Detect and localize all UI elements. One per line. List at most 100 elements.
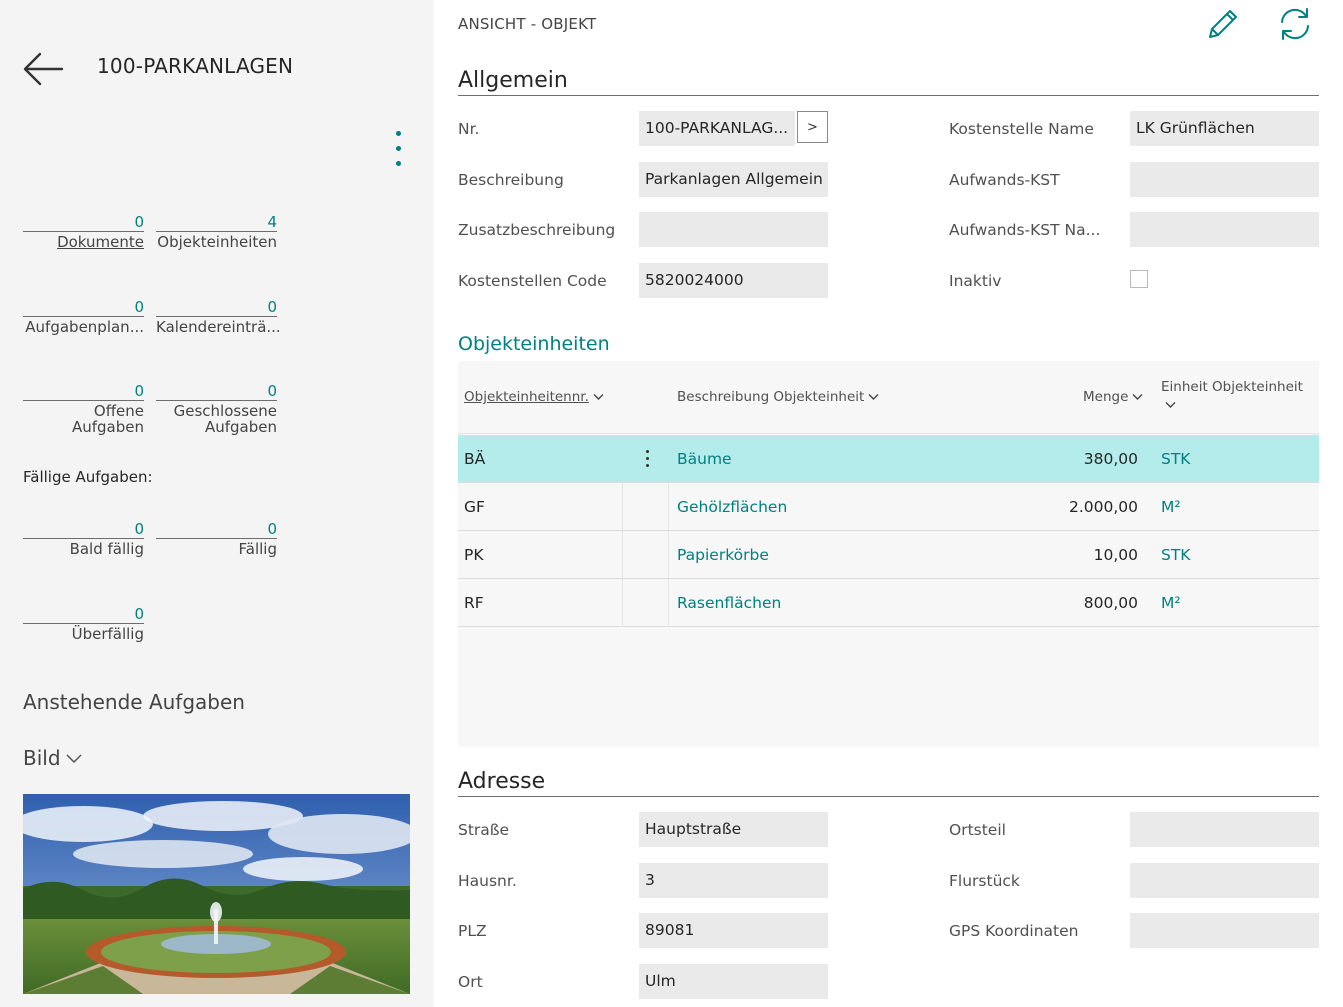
nr-field[interactable]: 100-PARKANLAG... (639, 111, 795, 146)
tile-label: Geschlossene (173, 402, 277, 420)
tile-value[interactable]: 0 (23, 383, 144, 401)
hausnr-label: Hausnr. (458, 872, 517, 890)
col-header-nr[interactable]: Objekteinheitennr. (464, 389, 604, 405)
tile-label[interactable]: Dokumente (23, 234, 144, 250)
col-header-desc[interactable]: Beschreibung Objekteinheit (677, 389, 879, 405)
more-vertical-icon[interactable] (390, 128, 406, 170)
col-header-unit-label[interactable]: Einheit Objekteinheit (1161, 379, 1303, 395)
tile-aufgabenplan[interactable]: 0 Aufgabenplan... (23, 299, 144, 335)
hausnr-field[interactable]: 3 (639, 863, 828, 898)
chevron-down-icon[interactable] (1132, 393, 1143, 401)
column-divider (668, 483, 669, 531)
aufwands-kst-label: Aufwands-KST (949, 171, 1060, 189)
tile-value[interactable]: 0 (23, 214, 144, 232)
cell-nr[interactable]: PK (464, 546, 484, 564)
inaktiv-checkbox[interactable] (1130, 270, 1148, 288)
aufwands-kst-name-label: Aufwands-KST Na... (949, 221, 1101, 239)
cell-desc[interactable]: Rasenflächen (677, 594, 781, 612)
kostenstelle-name-field[interactable]: LK Grünflächen (1130, 111, 1319, 146)
cell-nr[interactable]: GF (464, 498, 485, 516)
cell-qty[interactable]: 2.000,00 (1018, 498, 1138, 516)
plz-field[interactable]: 89081 (639, 913, 828, 948)
row-menu-icon[interactable] (644, 449, 652, 469)
cell-nr[interactable]: RF (464, 594, 484, 612)
table-row[interactable]: PK Papierkörbe 10,00 STK (458, 531, 1319, 579)
page-caption: ANSICHT - OBJEKT (458, 15, 597, 33)
cell-desc[interactable]: Bäume (677, 450, 732, 468)
gps-field[interactable] (1130, 913, 1319, 948)
edit-pencil-icon[interactable] (1204, 5, 1242, 43)
tile-offene-aufgaben[interactable]: 0 Offene Aufgaben (23, 383, 144, 435)
cell-unit[interactable]: M² (1161, 594, 1181, 612)
cell-qty[interactable]: 800,00 (1018, 594, 1138, 612)
table-row[interactable]: RF Rasenflächen 800,00 M² (458, 579, 1319, 627)
table-row[interactable]: GF Gehölzflächen 2.000,00 M² (458, 483, 1319, 531)
group-allgemein-heading[interactable]: Allgemein (458, 68, 1319, 96)
units-part-title[interactable]: Objekteinheiten (458, 333, 610, 355)
refresh-icon[interactable] (1276, 5, 1314, 43)
column-divider (622, 483, 623, 531)
beschreibung-label: Beschreibung (458, 171, 564, 189)
cell-unit[interactable]: STK (1161, 450, 1190, 468)
aufwands-kst-field[interactable] (1130, 162, 1319, 197)
strasse-field[interactable]: Hauptstraße (639, 812, 828, 847)
grid-header: Objekteinheitennr. Beschreibung Objektei… (458, 361, 1319, 434)
group-adresse-heading[interactable]: Adresse (458, 769, 1319, 797)
chevron-down-icon[interactable] (868, 393, 879, 401)
tile-kalendereintraege[interactable]: 0 Kalendereinträ... (156, 299, 281, 336)
col-header-qty-label[interactable]: Menge (1083, 389, 1128, 405)
tile-label: Kalendereinträ... (156, 318, 281, 336)
table-row[interactable]: BÄ Bäume 380,00 STK (458, 435, 1319, 483)
tile-value[interactable]: 0 (156, 299, 277, 317)
tile-bald-faellig[interactable]: 0 Bald fällig (23, 521, 144, 557)
tile-value[interactable]: 0 (23, 521, 144, 539)
tile-objekteinheiten[interactable]: 4 Objekteinheiten (156, 214, 277, 250)
main-content: ANSICHT - OBJEKT Allgemein Nr. 100-PARKA… (434, 0, 1343, 1007)
kostenstelle-name-label: Kostenstelle Name (949, 120, 1094, 138)
kostenstellen-code-field[interactable]: 5820024000 (639, 263, 828, 298)
tile-dokumente[interactable]: 0 Dokumente (23, 214, 144, 250)
inaktiv-label: Inaktiv (949, 272, 1002, 290)
cell-qty[interactable]: 10,00 (1018, 546, 1138, 564)
aufwands-kst-name-field[interactable] (1130, 212, 1319, 247)
flurstueck-field[interactable] (1130, 863, 1319, 898)
cell-nr[interactable]: BÄ (464, 450, 485, 468)
tile-value[interactable]: 0 (23, 299, 144, 317)
col-header-nr-label[interactable]: Objekteinheitennr. (464, 389, 589, 405)
tile-label: Aufgabenplan... (25, 318, 144, 336)
cell-qty[interactable]: 380,00 (1018, 450, 1138, 468)
ortsteil-field[interactable] (1130, 812, 1319, 847)
pending-tasks-heading[interactable]: Anstehende Aufgaben (23, 690, 245, 714)
zusatzbeschreibung-field[interactable] (639, 212, 828, 247)
tile-value[interactable]: 4 (156, 214, 277, 232)
object-picture (23, 794, 410, 994)
nr-lookup-button[interactable]: > (797, 111, 828, 143)
tile-geschlossene-aufgaben[interactable]: 0 Geschlossene Aufgaben (156, 383, 277, 435)
strasse-label: Straße (458, 821, 510, 839)
gps-label: GPS Koordinaten (949, 922, 1079, 940)
col-header-unit[interactable]: Einheit Objekteinheit (1161, 379, 1311, 409)
ort-field[interactable]: Ulm (639, 964, 828, 999)
picture-heading[interactable]: Bild (23, 746, 83, 770)
chevron-down-icon[interactable] (65, 752, 83, 764)
tile-value[interactable]: 0 (156, 521, 277, 539)
cell-desc[interactable]: Papierkörbe (677, 546, 769, 564)
chevron-down-icon[interactable] (1165, 401, 1176, 409)
tile-value[interactable]: 0 (156, 383, 277, 401)
tile-ueberfaellig[interactable]: 0 Überfällig (23, 606, 144, 642)
ort-label: Ort (458, 973, 483, 991)
tile-faellig[interactable]: 0 Fällig (156, 521, 277, 557)
cell-desc[interactable]: Gehölzflächen (677, 498, 787, 516)
col-header-desc-label[interactable]: Beschreibung Objekteinheit (677, 389, 864, 405)
picture-heading-label[interactable]: Bild (23, 746, 61, 770)
back-arrow-icon[interactable] (22, 50, 64, 88)
cell-unit[interactable]: STK (1161, 546, 1190, 564)
beschreibung-field[interactable]: Parkanlagen Allgemein (639, 162, 828, 197)
tile-value[interactable]: 0 (23, 606, 144, 624)
zusatzbeschreibung-label: Zusatzbeschreibung (458, 221, 616, 239)
tile-label: Objekteinheiten (157, 233, 277, 251)
tile-label: Überfällig (71, 625, 144, 643)
col-header-qty[interactable]: Menge (1083, 389, 1143, 405)
chevron-down-icon[interactable] (593, 393, 604, 401)
cell-unit[interactable]: M² (1161, 498, 1181, 516)
